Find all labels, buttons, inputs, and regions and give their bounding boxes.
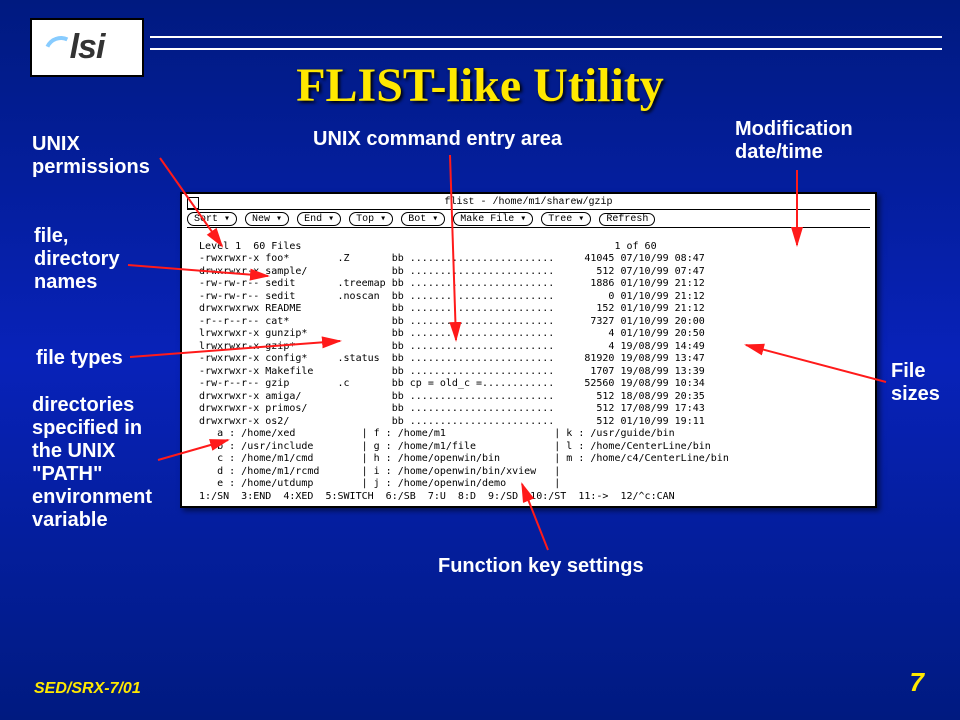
menu-new[interactable]: New ▾ <box>245 212 289 226</box>
ann-path-dirs: directories specified in the UNIX "PATH"… <box>32 394 152 532</box>
ann-fn-keys: Function key settings <box>438 555 644 578</box>
header-rule-2 <box>150 48 942 50</box>
page-number: 7 <box>910 667 924 698</box>
menu-sort[interactable]: Sort ▾ <box>187 212 237 226</box>
terminal-body: Level 1 60 Files 1 of 60 -rwxrwxr-x foo*… <box>187 228 870 503</box>
menu-refresh[interactable]: Refresh <box>599 213 655 226</box>
terminal-menubar: Sort ▾ New ▾ End ▾ Top ▾ Bot ▾ Make File… <box>187 211 870 228</box>
ann-mod-time: Modification date/time <box>735 118 853 164</box>
terminal-title-bar: flist - /home/m1/sharew/gzip <box>187 197 870 210</box>
terminal-window: flist - /home/m1/sharew/gzip Sort ▾ New … <box>180 192 877 508</box>
menu-end[interactable]: End ▾ <box>297 212 341 226</box>
header-rule-1 <box>150 36 942 38</box>
ann-file-sizes: File sizes <box>891 360 940 406</box>
slide-title: FLIST-like Utility <box>0 58 960 113</box>
menu-tree[interactable]: Tree ▾ <box>541 212 591 226</box>
menu-bot[interactable]: Bot ▾ <box>401 212 445 226</box>
menu-makefile[interactable]: Make File ▾ <box>453 212 533 226</box>
menu-top[interactable]: Top ▾ <box>349 212 393 226</box>
ann-file-types: file types <box>36 347 123 370</box>
ann-cmd-entry: UNIX command entry area <box>313 128 562 151</box>
footer-code: SED/SRX-7/01 <box>34 680 141 698</box>
ann-file-directory-names: file, directory names <box>34 225 120 294</box>
ann-unix-permissions: UNIX permissions <box>32 133 150 179</box>
